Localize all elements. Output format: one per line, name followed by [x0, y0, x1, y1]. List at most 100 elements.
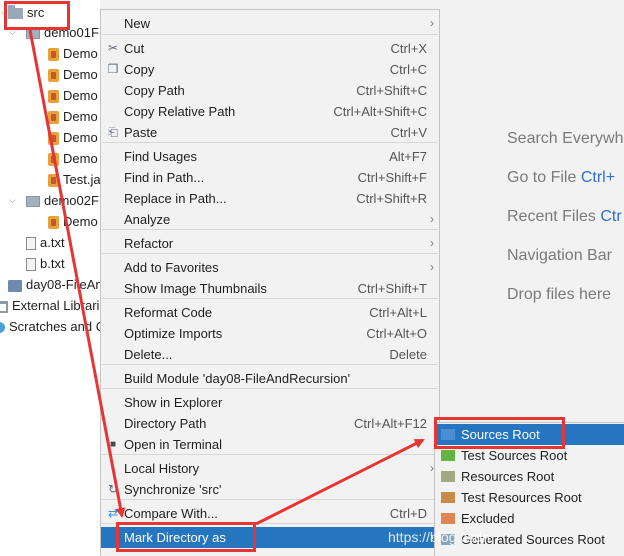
tree-node[interactable]: Demo — [48, 211, 98, 232]
java-class-icon — [48, 132, 59, 146]
menu-item-delete[interactable]: Delete... Delete — [101, 344, 439, 365]
tree-node-label: Demo — [63, 67, 98, 82]
tree-node[interactable]: Demo — [48, 64, 98, 85]
tree-node-label: Demo — [63, 109, 98, 124]
tree-node-label: External Librari — [12, 298, 100, 313]
tree-node[interactable]: Demo — [48, 43, 98, 64]
menu-item-shortcut: Ctrl+C — [389, 62, 427, 77]
menu-item-label: Synchronize 'src' — [124, 482, 222, 497]
java-class-icon — [48, 111, 59, 125]
menu-item-reformat-code[interactable]: Reformat Code Ctrl+Alt+L — [101, 302, 439, 323]
menu-item-replace-in-path[interactable]: Replace in Path... Ctrl+Shift+R — [101, 188, 439, 209]
menu-item-show-image-thumbnails[interactable]: Show Image Thumbnails Ctrl+Shift+T — [101, 278, 439, 299]
editor-hint: Search Everywh — [507, 130, 624, 148]
tree-node-label: demo01F — [44, 25, 99, 40]
menu-item-open-in-terminal[interactable]: ■ Open in Terminal — [101, 434, 439, 455]
menu-item-refactor[interactable]: Refactor › — [101, 233, 439, 254]
menu-item-compare-with[interactable]: ⇄ Compare With... Ctrl+D — [101, 503, 439, 524]
java-class-icon — [48, 48, 59, 62]
tree-node[interactable]: Scratches and C — [0, 316, 100, 337]
editor-hint-text: Recent Files — [507, 208, 601, 225]
editor-hint: Recent Files Ctr — [507, 208, 622, 226]
menu-item-shortcut: Ctrl+V — [390, 125, 427, 140]
chevron-right-icon: › — [430, 260, 434, 274]
menu-item-local-history[interactable]: Local History › — [101, 458, 439, 479]
menu-item-new[interactable]: New › — [101, 13, 439, 34]
menu-item-copy-path[interactable]: Copy Path Ctrl+Shift+C — [101, 80, 439, 101]
tree-node[interactable]: b.txt — [26, 253, 65, 274]
tree-node[interactable]: Test.ja — [48, 169, 100, 190]
submenu-item-sources-root[interactable]: Sources Root — [435, 424, 624, 445]
cut-icon: ✂ — [107, 41, 119, 55]
menu-item-label: New — [124, 16, 151, 31]
editor-hint: Go to File Ctrl+ — [507, 169, 615, 187]
editor-hint: Drop files here — [507, 286, 611, 304]
tree-node[interactable]: ⌵ demo02F — [9, 190, 99, 211]
tree-node[interactable]: Demo — [48, 127, 98, 148]
menu-item-shortcut: Ctrl+Shift+T — [357, 281, 427, 296]
library-icon — [0, 300, 8, 313]
test-resources-root-icon — [441, 492, 455, 503]
menu-item-synchronize-src[interactable]: ↻ Synchronize 'src' — [101, 479, 439, 500]
tree-node[interactable]: Demo — [48, 106, 98, 127]
menu-item-shortcut: Ctrl+Alt+O — [366, 326, 427, 341]
menu-item-optimize-imports[interactable]: Optimize Imports Ctrl+Alt+O — [101, 323, 439, 344]
menu-item-label: Analyze — [124, 212, 171, 227]
menu-item-shortcut: Ctrl+Alt+Shift+C — [333, 104, 427, 119]
menu-item-shortcut: Ctrl+Shift+F — [357, 170, 427, 185]
chevron-down-icon[interactable]: ⌵ — [9, 22, 16, 43]
editor-hint-shortcut: Ctr — [600, 208, 622, 225]
tree-node[interactable]: Demo — [48, 85, 98, 106]
tree-node[interactable]: External Librari — [0, 295, 99, 316]
menu-item-find-in-path[interactable]: Find in Path... Ctrl+Shift+F — [101, 167, 439, 188]
submenu-item-resources-root[interactable]: Resources Root — [435, 466, 624, 487]
tree-node[interactable]: a.txt — [26, 232, 65, 253]
source-folder-icon — [8, 5, 23, 20]
editor-hint: Navigation Bar — [507, 247, 612, 265]
menu-item-copy-relative-path[interactable]: Copy Relative Path Ctrl+Alt+Shift+C — [101, 101, 439, 122]
tree-node-label: Demo — [63, 130, 98, 145]
menu-item-label: Show Image Thumbnails — [124, 281, 267, 296]
submenu-item-test-resources-root[interactable]: Test Resources Root — [435, 487, 624, 508]
menu-item-directory-path[interactable]: Directory Path Ctrl+Alt+F12 — [101, 413, 439, 434]
menu-item-shortcut: Ctrl+Shift+R — [356, 191, 427, 206]
excluded-icon — [441, 513, 455, 524]
menu-item-label: Compare With... — [124, 506, 218, 521]
menu-item-show-in-explorer[interactable]: Show in Explorer — [101, 392, 439, 413]
tree-node[interactable]: day08-FileAn — [8, 274, 100, 295]
chevron-right-icon: › — [430, 212, 434, 226]
tree-node-label: demo02F — [44, 193, 99, 208]
submenu-item-label: Resources Root — [461, 469, 555, 484]
menu-item-label: Open in Terminal — [124, 437, 223, 452]
menu-item-paste[interactable]: ⎗ Paste Ctrl+V — [101, 122, 439, 143]
chevron-down-icon[interactable]: ⌵ — [1, 2, 8, 23]
menu-item-copy[interactable]: ❐ Copy Ctrl+C — [101, 59, 439, 80]
submenu-item-label: Sources Root — [461, 427, 540, 442]
terminal-icon: ■ — [109, 439, 117, 450]
menu-item-find-usages[interactable]: Find Usages Alt+F7 — [101, 146, 439, 167]
watermark-text: https://blog.csdn — [388, 529, 490, 545]
editor-hint-text: Search Everywh — [507, 130, 624, 147]
tree-node[interactable]: ⌵ src — [1, 2, 44, 23]
menu-item-add-to-favorites[interactable]: Add to Favorites › — [101, 257, 439, 278]
java-class-icon — [48, 216, 59, 230]
tree-node-label: Demo — [63, 88, 98, 103]
menu-item-shortcut: Ctrl+X — [390, 41, 427, 56]
menu-item-label: Copy — [124, 62, 155, 77]
tree-node[interactable]: Demo — [48, 148, 98, 169]
tree-node[interactable]: ⌵ demo01F — [9, 22, 99, 43]
menu-item-label: Reformat Code — [124, 305, 213, 320]
menu-item-build-module-day08-fileandrecursion[interactable]: Build Module 'day08-FileAndRecursion' — [101, 368, 439, 389]
menu-item-analyze[interactable]: Analyze › — [101, 209, 439, 230]
submenu-item-test-sources-root[interactable]: Test Sources Root — [435, 445, 624, 466]
chevron-right-icon: › — [430, 236, 434, 250]
submenu-item-label: Test Resources Root — [461, 490, 582, 505]
java-class-icon — [48, 69, 59, 83]
paste-icon: ⎗ — [108, 125, 118, 139]
menu-item-cut[interactable]: ✂ Cut Ctrl+X — [101, 38, 439, 59]
tree-node-label: Demo — [63, 214, 98, 229]
menu-item-label: Paste — [124, 125, 158, 140]
tree-node-label: Test.ja — [63, 172, 100, 187]
chevron-down-icon[interactable]: ⌵ — [9, 190, 16, 211]
submenu-item-excluded[interactable]: Excluded — [435, 508, 624, 529]
